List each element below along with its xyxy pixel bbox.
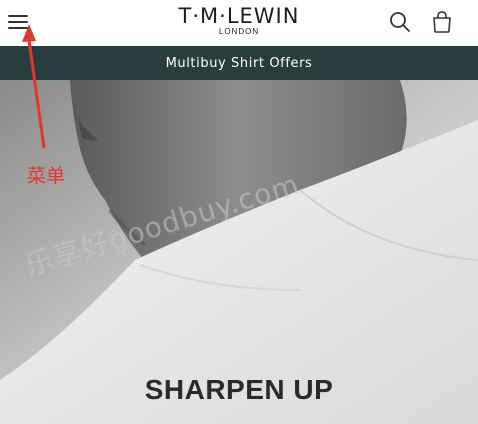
annotation-label: 菜单 (27, 165, 66, 187)
